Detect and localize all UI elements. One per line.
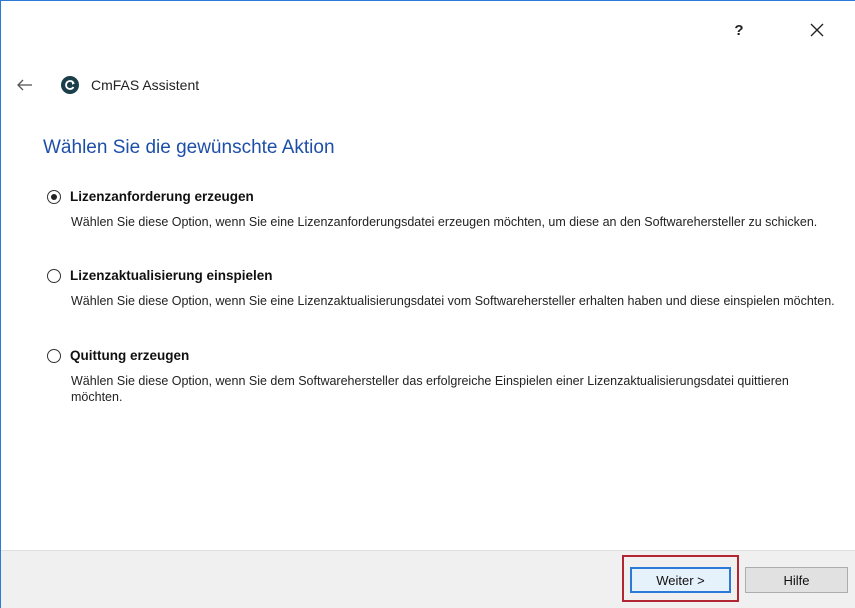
help-button[interactable]: Hilfe xyxy=(745,567,848,593)
radio-receipt[interactable] xyxy=(47,348,61,363)
close-button[interactable] xyxy=(802,15,832,45)
page-title: Wählen Sie die gewünschte Aktion xyxy=(43,137,335,158)
cmfas-logo-icon xyxy=(61,76,79,94)
option-receipt: Quittung erzeugen Wählen Sie diese Optio… xyxy=(47,348,847,405)
close-icon xyxy=(810,23,824,37)
option-description: Wählen Sie diese Option, wenn Sie eine L… xyxy=(71,294,835,308)
radio-license-update[interactable] xyxy=(47,268,61,283)
option-description: Wählen Sie diese Option, wenn Sie dem So… xyxy=(71,374,789,404)
radio-license-request[interactable] xyxy=(47,189,61,204)
next-button[interactable]: Weiter > xyxy=(630,567,731,593)
option-license-request: Lizenzanforderung erzeugen Wählen Sie di… xyxy=(47,189,847,230)
option-label: Lizenzaktualisierung einspielen xyxy=(70,268,273,283)
option-label: Lizenzanforderung erzeugen xyxy=(70,189,254,204)
arrow-left-icon xyxy=(17,79,32,91)
back-button[interactable] xyxy=(15,75,35,95)
option-description: Wählen Sie diese Option, wenn Sie eine L… xyxy=(71,215,818,229)
header-nav: CmFAS Assistent xyxy=(15,73,199,97)
option-license-update-radio-row[interactable]: Lizenzaktualisierung einspielen xyxy=(47,268,847,283)
help-titlebar-button[interactable]: ? xyxy=(724,15,754,45)
option-license-request-radio-row[interactable]: Lizenzanforderung erzeugen xyxy=(47,189,847,204)
option-license-update: Lizenzaktualisierung einspielen Wählen S… xyxy=(47,268,847,309)
app-title: CmFAS Assistent xyxy=(91,77,200,93)
assistant-window: ? CmFAS Assistent Wählen Sie die gewünsc… xyxy=(0,0,855,608)
radio-selected-dot xyxy=(51,193,57,200)
option-receipt-radio-row[interactable]: Quittung erzeugen xyxy=(47,348,847,363)
option-label: Quittung erzeugen xyxy=(70,348,190,363)
